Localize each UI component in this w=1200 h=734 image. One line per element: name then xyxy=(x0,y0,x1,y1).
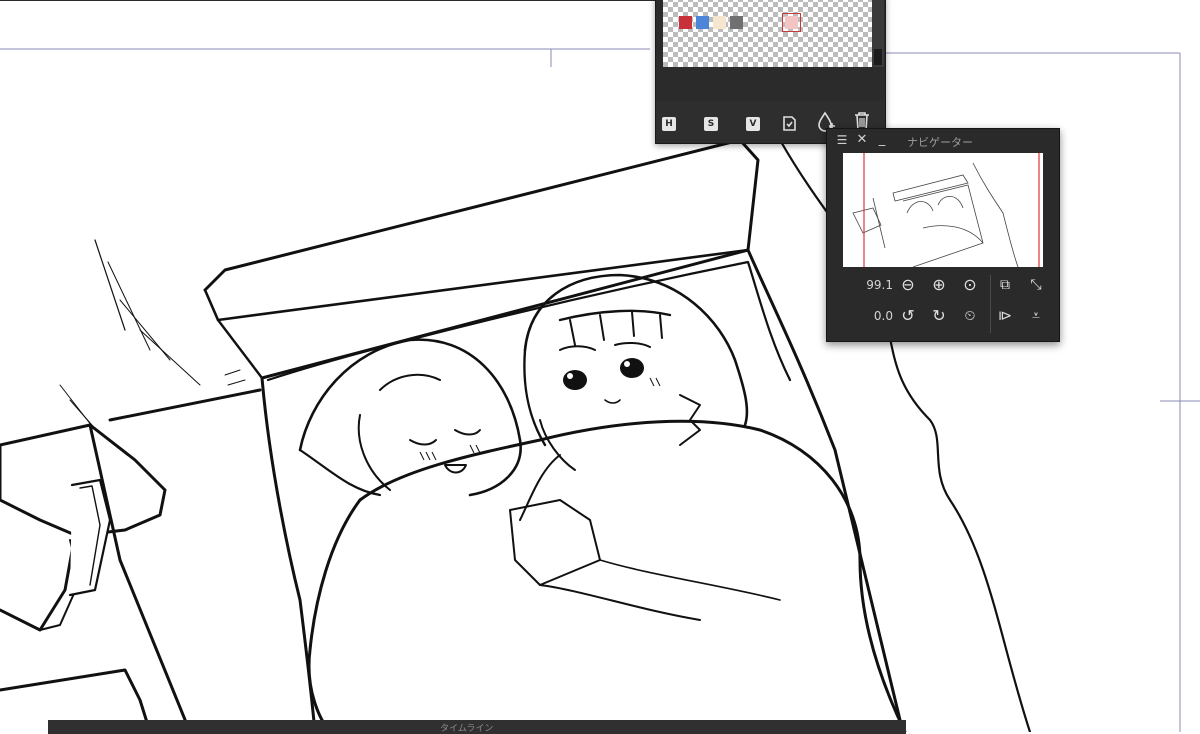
zoom-out-icon[interactable]: ⊖ xyxy=(897,274,919,296)
close-icon[interactable]: ✕ xyxy=(855,132,869,148)
navigator-controls: 99.1 ⊖ ⊕ ⊙ ⧉ ⤡ 0.0 ↺ ↻ ⏲ ⧐ ⩡ xyxy=(827,271,1059,341)
minimize-icon[interactable]: _ xyxy=(875,132,889,148)
flip-vertical-icon[interactable]: ⩡ xyxy=(1025,305,1047,327)
expand-icon[interactable]: ⤡ xyxy=(1025,274,1047,296)
navigator-panel: ☰ ✕ _ ナビゲーター 99.1 ⊖ ⊕ ⊙ ⧉ ⤡ 0.0 ↺ ↻ ⏲ ⧐ … xyxy=(826,128,1060,342)
navigator-divider xyxy=(990,275,991,333)
swatch-cream[interactable] xyxy=(713,16,726,29)
navigator-preview[interactable] xyxy=(843,153,1043,267)
flip-horizontal-icon[interactable]: ⧐ xyxy=(994,305,1016,327)
rotate-left-icon[interactable]: ↺ xyxy=(897,305,919,327)
swatch-gray[interactable] xyxy=(730,16,743,29)
swatch-red[interactable] xyxy=(679,16,692,29)
fit-screen-icon[interactable]: ⊙ xyxy=(959,274,981,296)
zoom-value[interactable]: 99.1 xyxy=(855,278,893,292)
menu-icon[interactable]: ☰ xyxy=(835,132,849,148)
actual-size-icon[interactable]: ⧉ xyxy=(994,274,1016,296)
palette-swatch-grid[interactable] xyxy=(663,0,872,67)
palette-scrollbar-thumb[interactable] xyxy=(874,49,882,65)
palette-scrollbar[interactable] xyxy=(872,0,884,67)
swatch-blue[interactable] xyxy=(696,16,709,29)
rotation-value[interactable]: 0.0 xyxy=(855,309,893,323)
navigator-title: ナビゲーター xyxy=(907,136,973,149)
reset-rotation-icon[interactable]: ⏲ xyxy=(959,305,981,327)
drawing-canvas[interactable] xyxy=(0,0,1200,732)
timeline-title: タイムライン xyxy=(440,724,494,734)
zoom-in-icon[interactable]: ⊕ xyxy=(928,274,950,296)
navigator-thumbnail xyxy=(843,153,1043,267)
rotate-right-icon[interactable]: ↻ xyxy=(928,305,950,327)
color-set-palette: H S V xyxy=(655,0,886,144)
manga-sketch-artwork xyxy=(0,0,1200,732)
replace-color-icon[interactable] xyxy=(780,112,798,132)
swatch-pink-selected[interactable] xyxy=(782,13,801,32)
navigator-titlebar[interactable]: ☰ ✕ _ ナビゲーター xyxy=(827,129,1059,153)
value-button[interactable]: V xyxy=(746,117,760,131)
hue-button[interactable]: H xyxy=(662,117,676,131)
saturation-button[interactable]: S xyxy=(704,117,718,131)
